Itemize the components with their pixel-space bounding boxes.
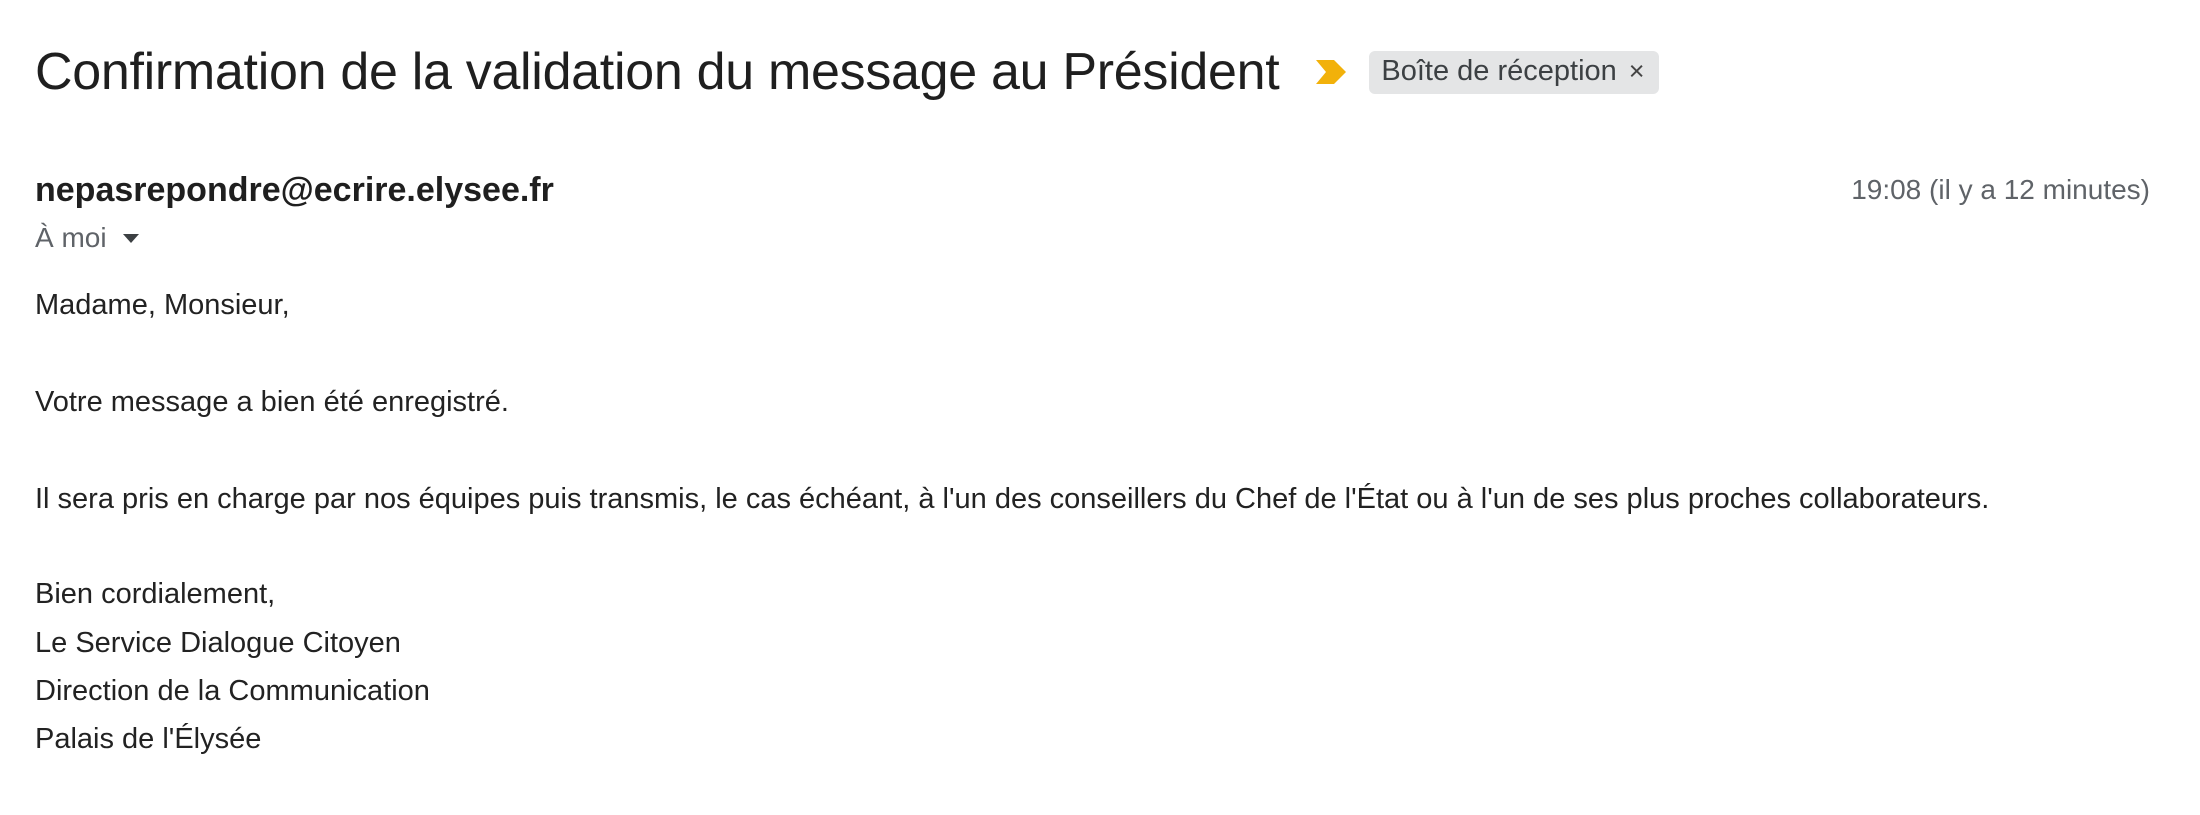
email-subject: Confirmation de la validation du message… — [35, 43, 1280, 101]
email-closing: Bien cordialement, — [35, 578, 276, 610]
recipient-label: À moi — [35, 222, 107, 253]
signature-line: Palais de l'Élysée — [35, 723, 262, 755]
inbox-label-chip[interactable]: Boîte de réception × — [1369, 50, 1659, 94]
email-greeting: Madame, Monsieur, — [35, 289, 290, 321]
chevron-down-icon[interactable] — [122, 233, 139, 243]
importance-marker-icon[interactable] — [1313, 57, 1349, 87]
sender-address[interactable]: nepasrepondre@ecrire.elysee.fr — [35, 171, 554, 210]
signature-line: Le Service Dialogue Citoyen — [35, 627, 401, 659]
inbox-label-text: Boîte de réception — [1381, 54, 1617, 87]
email-paragraph-2: Il sera pris en charge par nos équipes p… — [35, 483, 1990, 515]
email-paragraph-1: Votre message a bien été enregistré. — [35, 386, 509, 418]
email-timestamp: 19:08 (il y a 12 minutes) — [1851, 174, 2150, 205]
subject-row: Confirmation de la validation du message… — [35, 46, 1659, 98]
signature-line: Direction de la Communication — [35, 675, 430, 707]
recipient-details-toggle[interactable]: À moi — [35, 222, 139, 254]
remove-label-icon[interactable]: × — [1629, 57, 1645, 85]
